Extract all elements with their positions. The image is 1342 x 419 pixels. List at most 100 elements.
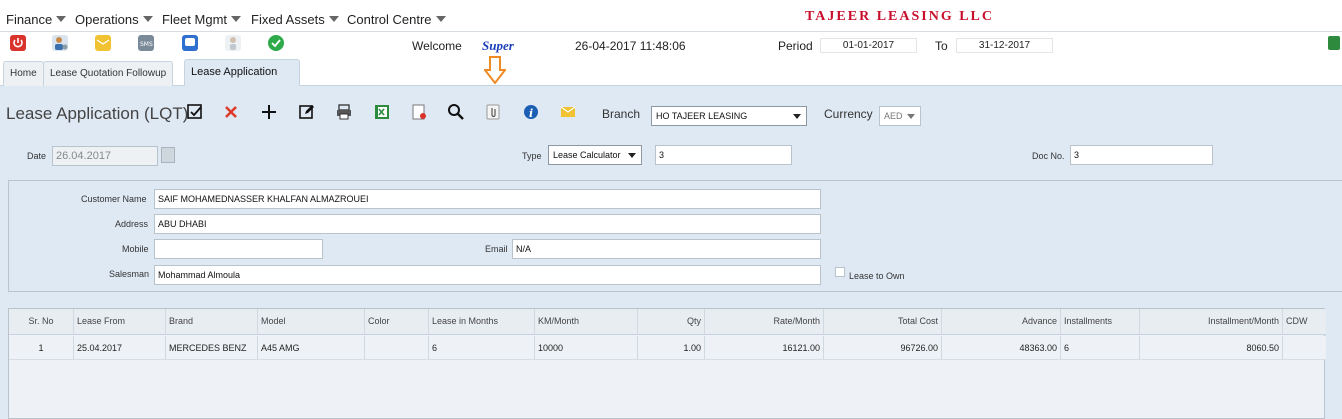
datetime: 26-04-2017 11:48:06 — [575, 39, 686, 53]
top-toolbar: SMS Welcome Super 26-04-2017 11:48:06 Pe… — [0, 32, 1342, 58]
period-from-field[interactable]: 01-01-2017 — [820, 38, 917, 53]
column-header[interactable]: Model — [258, 309, 365, 334]
menu-operations[interactable]: Operations — [75, 12, 153, 27]
tab-lease-quotation-followup-label: Lease Quotation Followup — [50, 68, 167, 79]
user-settings-icon[interactable] — [52, 35, 68, 51]
customer-name-field[interactable]: SAIF MOHAMEDNASSER KHALFAN ALMAZROUEI — [154, 189, 821, 209]
branch-select[interactable]: HO TAJEER LEASING — [651, 106, 807, 126]
approve-icon[interactable] — [185, 102, 205, 122]
add-icon[interactable] — [259, 102, 279, 122]
date-label: Date — [27, 151, 47, 161]
branch-select-value: HO TAJEER LEASING — [656, 111, 748, 121]
column-header[interactable]: Installments — [1061, 309, 1140, 334]
chevron-down-icon — [435, 16, 446, 22]
cell-advance: 48363.00 — [942, 336, 1061, 359]
calendar-icon[interactable] — [161, 147, 175, 163]
column-header[interactable]: Total Cost — [824, 309, 942, 334]
lease-to-own-label: Lease to Own — [849, 271, 905, 281]
menu-fixed-assets[interactable]: Fixed Assets — [251, 12, 339, 27]
branch-label: Branch — [602, 107, 641, 121]
tab-lease-application[interactable]: Lease Application — [184, 59, 300, 86]
email-label: Email — [485, 244, 508, 254]
mail-icon[interactable] — [95, 35, 111, 51]
highlight-arrow-icon — [484, 56, 506, 84]
chevron-down-icon — [231, 16, 242, 22]
person-icon[interactable] — [225, 35, 241, 51]
cell-lease-months: 6 — [429, 336, 535, 359]
column-header[interactable]: Color — [365, 309, 429, 334]
chat-icon[interactable] — [182, 35, 198, 51]
column-header[interactable]: Brand — [166, 309, 258, 334]
currency-label: Currency — [824, 107, 873, 121]
mobile-label: Mobile — [122, 244, 149, 254]
column-header[interactable]: Sr. No — [9, 309, 74, 334]
type-select-value: Lease Calculator — [553, 150, 621, 160]
power-icon[interactable] — [10, 35, 26, 51]
chevron-down-icon — [628, 153, 636, 158]
cell-color — [365, 336, 429, 359]
tab-home[interactable]: Home — [3, 61, 44, 86]
mobile-field[interactable] — [154, 239, 323, 259]
page-title: Lease Application (LQT) — [6, 104, 189, 123]
cancel-icon[interactable] — [221, 102, 241, 122]
column-header[interactable]: Rate/Month — [705, 309, 824, 334]
menu-fixed-assets-label: Fixed Assets — [251, 12, 325, 27]
sms-icon[interactable]: SMS — [138, 35, 154, 51]
menu-fleet-mgmt-label: Fleet Mgmt — [162, 12, 228, 27]
type-number-field[interactable]: 3 — [655, 145, 792, 165]
salesman-field[interactable]: Mohammad Almoula — [154, 265, 821, 285]
type-select[interactable]: Lease Calculator — [548, 145, 642, 165]
pdf-icon[interactable] — [409, 102, 429, 122]
attachment-icon[interactable] — [483, 102, 503, 122]
chevron-down-icon — [142, 16, 153, 22]
menu-control-centre[interactable]: Control Centre — [347, 12, 446, 27]
cell-total-cost: 96726.00 — [824, 336, 942, 359]
column-header[interactable]: Installment/Month — [1140, 309, 1283, 334]
tab-lease-application-label: Lease Application — [191, 66, 278, 78]
column-header[interactable]: Advance — [942, 309, 1061, 334]
tab-home-label: Home — [10, 68, 37, 79]
chevron-down-icon — [793, 114, 801, 119]
menu-fleet-mgmt[interactable]: Fleet Mgmt — [162, 12, 242, 27]
cell-km-month: 10000 — [535, 336, 638, 359]
menu-control-centre-label: Control Centre — [347, 12, 432, 27]
tab-lease-quotation-followup[interactable]: Lease Quotation Followup — [43, 61, 174, 86]
docno-label: Doc No. — [1032, 151, 1065, 161]
column-header[interactable]: KM/Month — [535, 309, 638, 334]
currency-select[interactable]: AED — [879, 106, 921, 126]
column-header[interactable]: CDW — [1283, 309, 1326, 334]
period-to-field[interactable]: 31-12-2017 — [956, 38, 1053, 53]
menu-finance[interactable]: Finance — [6, 12, 67, 27]
cell-brand: MERCEDES BENZ — [166, 336, 258, 359]
cell-rate-month: 16121.00 — [705, 336, 824, 359]
check-status-icon[interactable] — [268, 35, 284, 51]
salesman-label: Salesman — [109, 269, 150, 279]
lease-items-table: Sr. No Lease From Brand Model Color Leas… — [8, 308, 1326, 419]
customer-name-label: Customer Name — [81, 194, 147, 204]
search-icon[interactable] — [446, 102, 466, 122]
column-header[interactable]: Qty — [638, 309, 705, 334]
column-header[interactable]: Lease in Months — [429, 309, 535, 334]
docno-field[interactable]: 3 — [1070, 145, 1213, 165]
type-label: Type — [522, 151, 542, 161]
table-row[interactable]: 1 25.04.2017 MERCEDES BENZ A45 AMG 6 100… — [9, 336, 1326, 360]
info-icon[interactable]: i — [521, 102, 541, 122]
exit-icon[interactable] — [1328, 36, 1340, 50]
date-field[interactable]: 26.04.2017 — [52, 146, 158, 166]
address-label: Address — [115, 219, 149, 229]
cell-lease-from: 25.04.2017 — [74, 336, 166, 359]
lease-to-own-checkbox[interactable] — [835, 267, 845, 277]
excel-icon[interactable] — [372, 102, 392, 122]
edit-icon[interactable] — [297, 102, 317, 122]
period-to-label: To — [935, 39, 948, 53]
email-icon[interactable] — [558, 102, 578, 122]
address-field[interactable]: ABU DHABI — [154, 214, 821, 234]
cell-model: A45 AMG — [258, 336, 365, 359]
chevron-down-icon — [907, 114, 915, 119]
username: Super — [482, 38, 514, 53]
column-header[interactable]: Lease From — [74, 309, 166, 334]
company-name: TAJEER LEASING LLC — [805, 9, 995, 24]
print-icon[interactable] — [334, 102, 354, 122]
email-field[interactable]: N/A — [512, 239, 821, 259]
table-header: Sr. No Lease From Brand Model Color Leas… — [9, 309, 1326, 335]
